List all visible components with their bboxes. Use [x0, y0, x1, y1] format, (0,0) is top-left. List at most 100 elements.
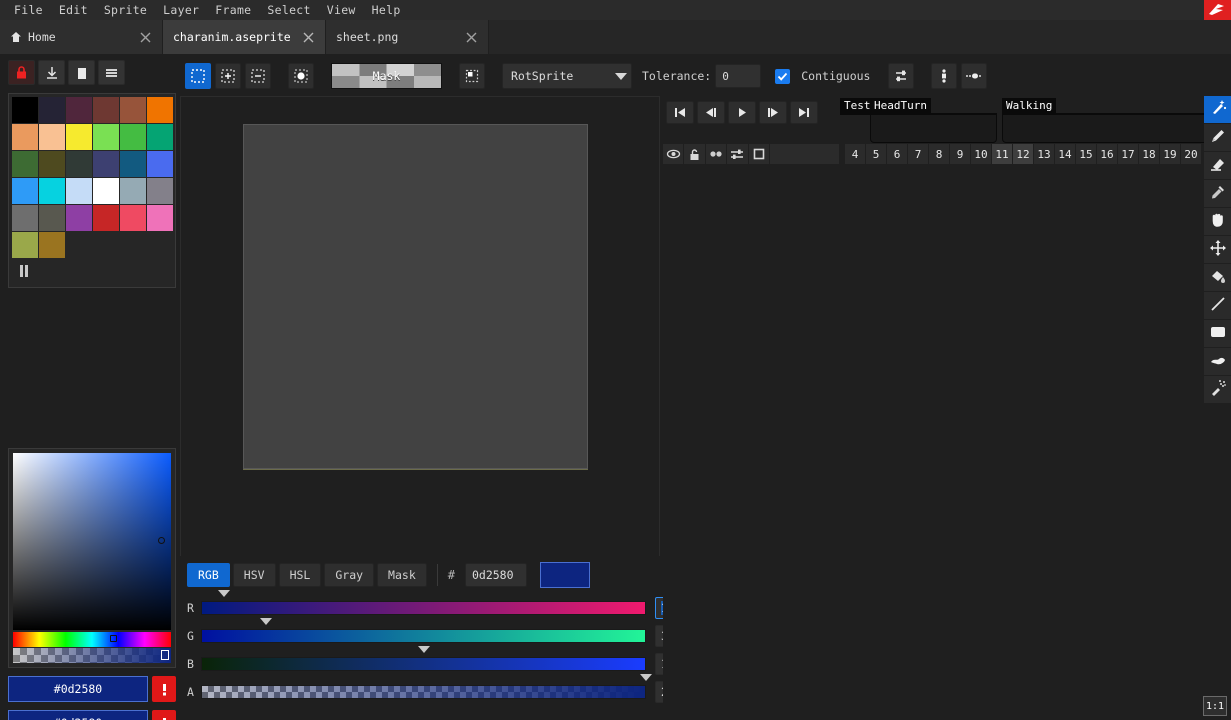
tag-range[interactable]: [1002, 113, 1226, 143]
blur-tool[interactable]: [1204, 348, 1231, 376]
tolerance-input[interactable]: 0: [715, 64, 762, 88]
menu-help[interactable]: Help: [364, 1, 409, 19]
palette-swatch[interactable]: [12, 232, 38, 258]
slider-thumb[interactable]: [418, 646, 431, 653]
palette-swatch[interactable]: [66, 151, 92, 177]
replace-selection-button[interactable]: [185, 63, 211, 89]
palette-swatch[interactable]: [147, 124, 173, 150]
warning-icon[interactable]: [152, 676, 176, 702]
rectangle-tool[interactable]: [1204, 320, 1231, 348]
frame-number[interactable]: 8: [929, 144, 950, 164]
palette-swatch[interactable]: [39, 97, 65, 123]
palette-swatch[interactable]: [66, 124, 92, 150]
frame-number[interactable]: 15: [1076, 144, 1097, 164]
palette-swatch[interactable]: [12, 97, 38, 123]
tab-gray[interactable]: Gray: [324, 563, 375, 587]
frame-number[interactable]: 17: [1118, 144, 1139, 164]
tab-home[interactable]: Home: [0, 20, 163, 54]
color-preview-swatch[interactable]: [539, 562, 590, 588]
frame-number[interactable]: 4: [845, 144, 866, 164]
palette-swatch[interactable]: [120, 124, 146, 150]
tab-rgb[interactable]: RGB: [187, 563, 230, 587]
palette-swatch[interactable]: [147, 97, 173, 123]
sv-cursor-icon[interactable]: [158, 537, 165, 544]
rotation-algorithm-select[interactable]: RotSprite: [502, 63, 632, 89]
menu-view[interactable]: View: [319, 1, 364, 19]
hex-input[interactable]: 0d2580: [464, 563, 527, 587]
slider-track[interactable]: [201, 629, 646, 643]
sliders-icon[interactable]: [727, 144, 749, 164]
hue-slider[interactable]: [13, 632, 171, 647]
menu-select[interactable]: Select: [259, 1, 318, 19]
eye-icon[interactable]: [663, 144, 685, 164]
palette-swatch[interactable]: [93, 124, 119, 150]
frame-number[interactable]: 18: [1139, 144, 1160, 164]
go-first-frame-button[interactable]: [666, 101, 694, 124]
palette-swatch[interactable]: [12, 178, 38, 204]
background-color-button[interactable]: #0d2580: [8, 710, 148, 720]
close-icon[interactable]: [301, 30, 315, 44]
palette-swatch[interactable]: [147, 151, 173, 177]
alpha-cursor-icon[interactable]: [161, 650, 169, 660]
menu-edit[interactable]: Edit: [51, 1, 96, 19]
slider-track-wrap[interactable]: [201, 674, 652, 706]
menu-layer[interactable]: Layer: [155, 1, 207, 19]
palette-new-button[interactable]: [68, 60, 95, 85]
frame-number[interactable]: 5: [866, 144, 887, 164]
palette-swatch[interactable]: [93, 205, 119, 231]
palette-swatch[interactable]: [120, 151, 146, 177]
square-outline-icon[interactable]: [749, 144, 771, 164]
frame-number[interactable]: 11: [992, 144, 1013, 164]
tab-hsv[interactable]: HSV: [232, 563, 276, 587]
palette-swatch[interactable]: [12, 205, 38, 231]
transform-button[interactable]: [459, 63, 485, 89]
slider-thumb[interactable]: [259, 618, 272, 625]
menu-sprite[interactable]: Sprite: [96, 1, 155, 19]
line-tool[interactable]: [1204, 292, 1231, 320]
tag-label[interactable]: HeadTurn: [870, 98, 931, 115]
two-dots-icon[interactable]: [706, 144, 728, 164]
close-icon[interactable]: [138, 30, 152, 44]
alpha-slider[interactable]: [13, 648, 171, 663]
palette-swatch[interactable]: [12, 124, 38, 150]
zoom-level-badge[interactable]: 1:1: [1203, 696, 1227, 716]
go-last-frame-button[interactable]: [790, 101, 818, 124]
palette-swatch[interactable]: [120, 205, 146, 231]
palette-menu-button[interactable]: [98, 60, 125, 85]
palette-swatch[interactable]: [39, 232, 65, 258]
frame-number[interactable]: 6: [887, 144, 908, 164]
slider-thumb[interactable]: [640, 674, 652, 681]
frame-number[interactable]: 10: [971, 144, 992, 164]
palette-swatch[interactable]: [93, 151, 119, 177]
onion-skin-button[interactable]: [930, 63, 957, 89]
add-selection-button[interactable]: [215, 63, 241, 89]
warning-icon[interactable]: [152, 710, 176, 720]
palette-swatch[interactable]: [12, 151, 38, 177]
palette-swatch[interactable]: [93, 97, 119, 123]
pixel-perfect-button[interactable]: [960, 63, 987, 89]
move-tool[interactable]: [1204, 236, 1231, 264]
sprite-canvas[interactable]: [243, 124, 588, 469]
go-next-frame-button[interactable]: [759, 101, 787, 124]
palette-grid[interactable]: [12, 97, 173, 258]
palette-swatch[interactable]: [120, 178, 146, 204]
padlock-icon[interactable]: [684, 144, 706, 164]
tab-mask[interactable]: Mask: [377, 563, 427, 587]
hand-tool[interactable]: [1204, 208, 1231, 236]
eyedropper-tool[interactable]: [1204, 180, 1231, 208]
frame-number[interactable]: 12: [1013, 144, 1034, 164]
palette-lock-button[interactable]: [8, 60, 35, 85]
menu-frame[interactable]: Frame: [207, 1, 259, 19]
pencil-tool[interactable]: [1204, 124, 1231, 152]
palette-swatch[interactable]: [147, 178, 173, 204]
canvas-editor[interactable]: [180, 96, 660, 560]
play-button[interactable]: [728, 101, 756, 124]
palette-swatch[interactable]: [66, 205, 92, 231]
palette-swatch[interactable]: [66, 178, 92, 204]
hue-cursor-icon[interactable]: [110, 635, 117, 642]
frame-number[interactable]: 16: [1097, 144, 1118, 164]
slider-track[interactable]: [201, 657, 646, 671]
frame-number[interactable]: 14: [1055, 144, 1076, 164]
palette-swatch[interactable]: [93, 178, 119, 204]
paint-bucket-tool[interactable]: [1204, 264, 1231, 292]
